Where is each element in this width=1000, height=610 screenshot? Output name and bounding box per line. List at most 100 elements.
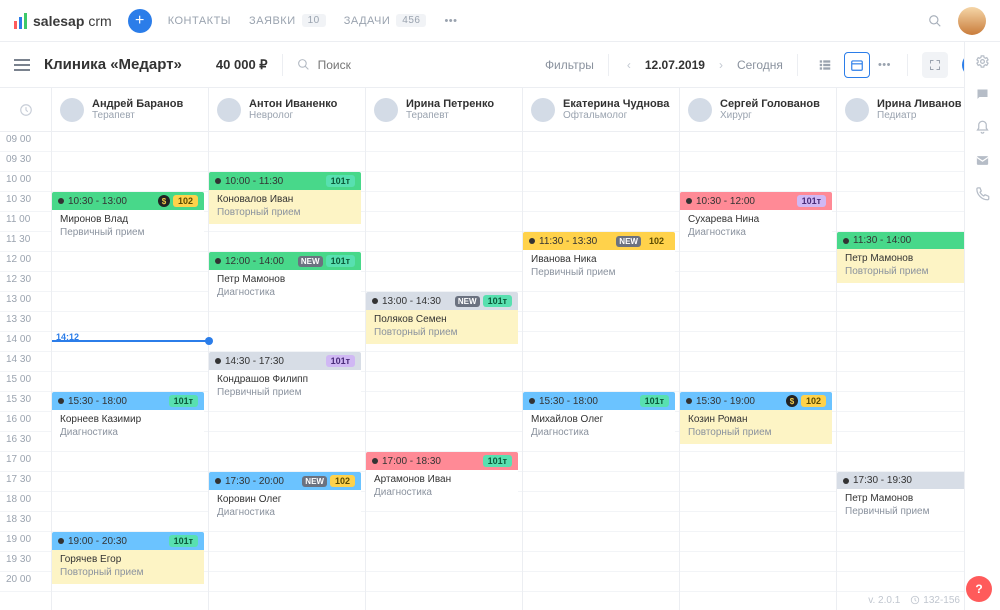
rail-chat-icon[interactable] — [975, 87, 990, 102]
calendar-column: Сергей ГоловановХирург10:30 - 12:00101тС… — [680, 88, 837, 610]
appointment-card[interactable]: 12:00 - 14:00NEW101тПетр МамоновДиагност… — [209, 252, 361, 332]
appointment-header: 13:00 - 14:30NEW101т — [366, 292, 518, 310]
user-avatar[interactable] — [958, 7, 986, 35]
brand-name-b: crm — [88, 13, 111, 29]
room-tag: 101т — [169, 395, 198, 407]
status-dot-icon — [215, 178, 221, 184]
appointment-type: Диагностика — [374, 487, 510, 498]
time-row: 16 30 — [0, 432, 51, 452]
rail-settings-icon[interactable] — [975, 54, 990, 69]
appointment-card[interactable]: 17:30 - 19:30 Петр Мамонов Первичный прием — [837, 472, 964, 552]
help-button[interactable]: ? — [966, 576, 992, 602]
view-calendar-icon[interactable] — [844, 52, 870, 78]
appointment-type: Первичный прием — [845, 506, 964, 517]
appointment-card[interactable]: 13:00 - 14:30NEW101тПоляков СеменПовторн… — [366, 292, 518, 352]
appointment-time: 10:30 - 12:00 — [696, 196, 755, 207]
appointment-type: Диагностика — [688, 227, 824, 238]
time-row: 13 00 — [0, 292, 51, 312]
column-header[interactable]: Ирина ПетренкоТерапевт — [366, 88, 522, 132]
appointment-header: 10:30 - 12:00 101т — [680, 192, 832, 210]
column-header[interactable]: Ирина ЛивановПедиатр — [837, 88, 964, 132]
appointment-type: Повторный прием — [845, 266, 964, 277]
room-tag: 102 — [330, 475, 355, 487]
patient-name: Петр Мамонов — [845, 493, 964, 504]
appointment-card[interactable]: 15:30 - 18:00101тКорнеев КазимирДиагност… — [52, 392, 204, 492]
appointment-card[interactable]: 10:30 - 12:00101тСухарева НинаДиагностик… — [680, 192, 832, 252]
filters-button[interactable]: Фильтры — [545, 58, 594, 72]
nav-requests[interactable]: ЗАЯВКИ10 — [249, 14, 326, 27]
appointment-header: 14:30 - 17:30101т — [209, 352, 361, 370]
date-next-button[interactable]: › — [715, 54, 727, 76]
range-label: 132-156 — [910, 595, 960, 606]
status-dot-icon — [58, 538, 64, 544]
menu-button[interactable] — [14, 59, 30, 71]
view-more[interactable]: ••• — [878, 52, 891, 78]
appointment-time: 11:30 - 14:00 — [853, 235, 911, 246]
nav-contacts[interactable]: КОНТАКТЫ — [168, 15, 231, 27]
room-tag: 101т — [483, 295, 512, 307]
appointment-header: 17:30 - 19:30 — [837, 472, 964, 489]
appointment-card[interactable]: 17:00 - 18:30101тАртамонов ИванДиагности… — [366, 452, 518, 512]
doctor-avatar — [688, 98, 712, 122]
calendar-column: Ирина ЛивановПедиатр11:30 - 14:00Петр Ма… — [837, 88, 964, 610]
date-prev-button[interactable]: ‹ — [623, 54, 635, 76]
doctor-avatar — [845, 98, 869, 122]
appointment-card[interactable]: 15:30 - 19:00$102Козин РоманПовторный пр… — [680, 392, 832, 532]
time-row: 18 30 — [0, 512, 51, 532]
nav-tasks[interactable]: ЗАДАЧИ456 — [344, 14, 427, 27]
time-row: 14 00 — [0, 332, 51, 352]
time-row: 14 30 — [0, 352, 51, 372]
version-label: v. 2.0.1 — [868, 595, 900, 606]
calendar-column: Екатерина ЧудноваОфтальмолог 11:30 - 13:3… — [523, 88, 680, 610]
current-date[interactable]: 12.07.2019 — [645, 58, 705, 72]
appointment-card[interactable]: 10:30 - 13:00$102Миронов ВладПервичный п… — [52, 192, 204, 292]
search-box[interactable] — [297, 58, 438, 72]
view-list-icon[interactable] — [812, 52, 838, 78]
column-header[interactable]: Екатерина ЧудноваОфтальмолог — [523, 88, 679, 132]
doctor-avatar — [374, 98, 398, 122]
payment-icon: $ — [158, 195, 170, 207]
column-header[interactable]: Андрей БарановТерапевт — [52, 88, 208, 132]
appointment-card[interactable]: 11:30 - 14:00Петр МамоновПовторный прием — [837, 232, 964, 332]
appointment-type: Первичный прием — [60, 227, 196, 238]
calendar-column: Ирина ПетренкоТерапевт 13:00 - 14:30NEW10… — [366, 88, 523, 610]
status-dot-icon — [58, 398, 64, 404]
time-row: 19 30 — [0, 552, 51, 572]
appointment-card[interactable]: 15:30 - 18:00101тМихайлов ОлегДиагностик… — [523, 392, 675, 492]
appointment-card[interactable]: 14:30 - 17:30101тКондрашов ФилиппПервичн… — [209, 352, 361, 472]
patient-name: Миронов Влад — [60, 214, 196, 225]
appointment-time: 11:30 - 13:30 — [539, 236, 597, 247]
rail-bell-icon[interactable] — [975, 120, 990, 135]
brand-name-a: salesap — [33, 13, 84, 29]
appointment-type: Первичный прием — [217, 387, 353, 398]
appointment-time: 15:30 - 19:00 — [696, 396, 755, 407]
status-dot-icon — [215, 258, 221, 264]
status-dot-icon — [686, 398, 692, 404]
appointment-card[interactable]: 19:00 - 20:30101тГорячев ЕгорПовторный п… — [52, 532, 204, 592]
column-header[interactable]: Сергей ГоловановХирург — [680, 88, 836, 132]
appointment-header: 10:30 - 13:00$102 — [52, 192, 204, 210]
today-button[interactable]: Сегодня — [737, 58, 783, 72]
room-tag: 101т — [797, 195, 826, 207]
room-tag: 102 — [801, 395, 826, 407]
nav-more[interactable]: ••• — [444, 15, 457, 27]
doctor-name: Екатерина Чуднова — [563, 98, 669, 110]
brand-logo[interactable]: salesapcrm — [14, 13, 112, 29]
appointment-time: 17:30 - 20:00 — [225, 476, 284, 487]
time-row: 17 00 — [0, 452, 51, 472]
rail-phone-icon[interactable] — [975, 186, 990, 201]
time-row: 18 00 — [0, 492, 51, 512]
patient-name: Петр Мамонов — [217, 274, 353, 285]
global-search-icon[interactable] — [922, 8, 948, 34]
rail-mail-icon[interactable] — [975, 153, 990, 168]
fullscreen-button[interactable] — [922, 52, 948, 78]
appointment-type: Повторный прием — [217, 207, 353, 218]
search-input[interactable] — [318, 58, 438, 72]
doctor-role: Хирург — [720, 110, 820, 121]
appointment-time: 10:30 - 13:00 — [68, 196, 127, 207]
global-add-button[interactable]: + — [128, 9, 152, 33]
column-header[interactable]: Антон ИваненкоНевролог — [209, 88, 365, 132]
appointment-card[interactable]: 11:30 - 13:30NEW102Иванова НикаПервичный… — [523, 232, 675, 312]
appointment-card[interactable]: 17:30 - 20:00NEW102Коровин ОлегДиагности… — [209, 472, 361, 572]
appointment-card[interactable]: 10:00 - 11:30101тКоновалов ИванПовторный… — [209, 172, 361, 232]
